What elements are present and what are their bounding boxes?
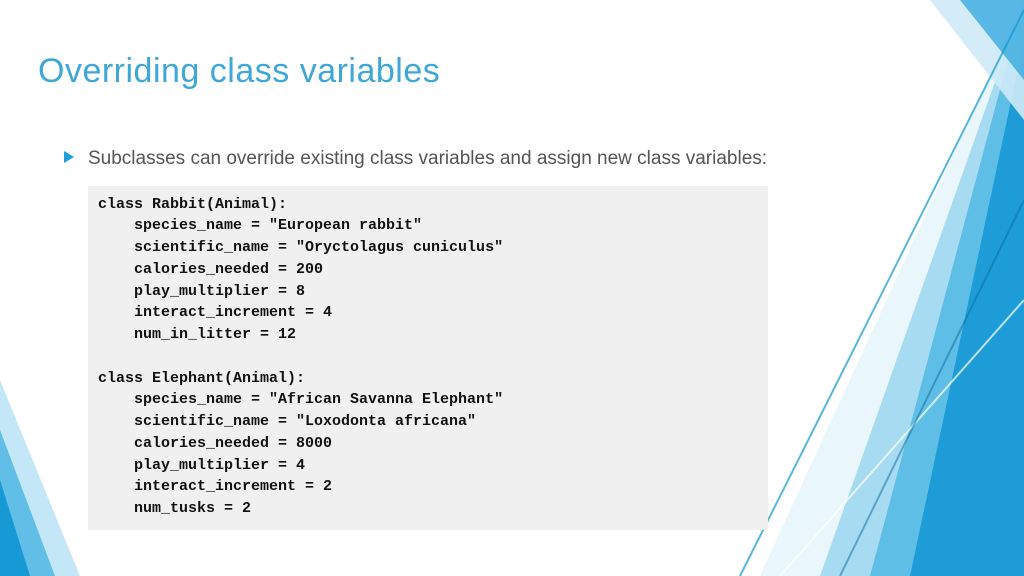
bullet-item: Subclasses can override existing class v…: [64, 146, 784, 172]
bullet-text: Subclasses can override existing class v…: [88, 146, 767, 172]
slide-content: Subclasses can override existing class v…: [64, 146, 784, 530]
slide: Overriding class variables Subclasses ca…: [0, 0, 1024, 576]
code-block: class Rabbit(Animal): species_name = "Eu…: [88, 186, 768, 530]
slide-title: Overriding class variables: [38, 52, 440, 91]
bullet-icon: [64, 151, 74, 163]
